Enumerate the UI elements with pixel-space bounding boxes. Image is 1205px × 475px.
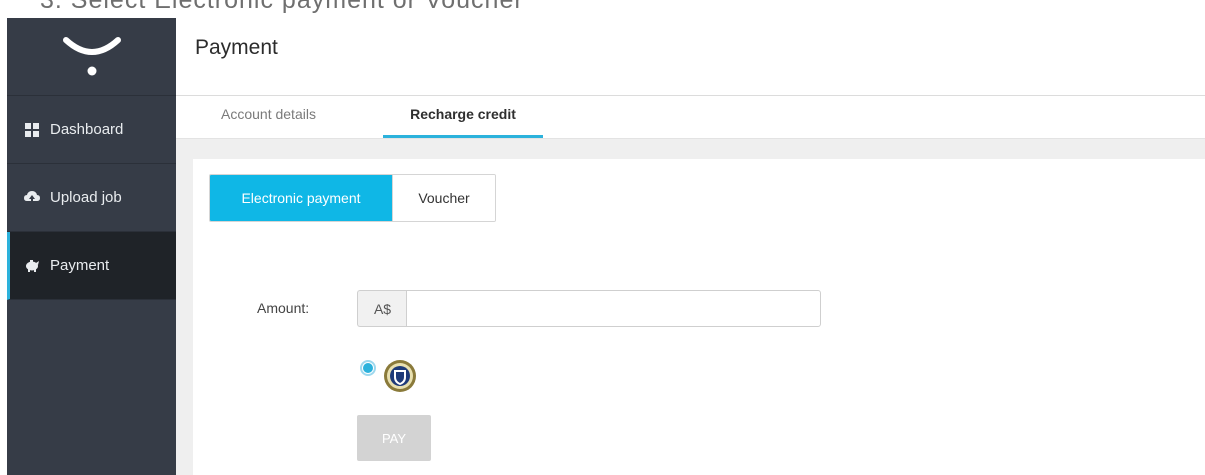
currency-addon: A$ <box>357 290 407 327</box>
bank-radio[interactable] <box>360 360 376 376</box>
sidebar-item-label: Upload job <box>50 189 122 206</box>
voucher-button[interactable]: Voucher <box>392 175 495 221</box>
content-left-band <box>176 159 193 475</box>
electronic-payment-button[interactable]: Electronic payment <box>210 175 392 221</box>
sidebar-item-payment[interactable]: Payment <box>7 232 176 300</box>
app-logo[interactable] <box>7 18 176 96</box>
sidebar: Dashboard Upload job Payment <box>7 18 176 475</box>
sidebar-item-upload-job[interactable]: Upload job <box>7 164 176 232</box>
cloud-upload-icon <box>24 190 40 206</box>
payment-method-toggle: Electronic payment Voucher <box>209 174 496 222</box>
radio-selected-dot <box>363 363 373 373</box>
logo-icon <box>62 36 121 75</box>
amount-label: Amount: <box>257 300 310 316</box>
sidebar-item-label: Payment <box>50 257 110 274</box>
amount-input[interactable] <box>406 290 821 327</box>
sidebar-item-dashboard[interactable]: Dashboard <box>7 96 176 164</box>
dashboard-grid-icon <box>24 122 40 138</box>
bank-seal-icon <box>384 360 416 392</box>
piggy-bank-icon <box>24 258 40 274</box>
page-title: Payment <box>195 36 278 59</box>
tab-bar: Account details Recharge credit <box>176 96 1205 138</box>
sidebar-item-label: Dashboard <box>50 121 124 138</box>
pay-button[interactable]: PAY <box>357 415 431 461</box>
tab-recharge-credit[interactable]: Recharge credit <box>383 96 543 138</box>
tab-account-details[interactable]: Account details <box>221 96 316 138</box>
instruction-caption: 3. Select Electronic payment or Voucher <box>40 0 524 14</box>
content-top-band <box>176 139 1205 159</box>
